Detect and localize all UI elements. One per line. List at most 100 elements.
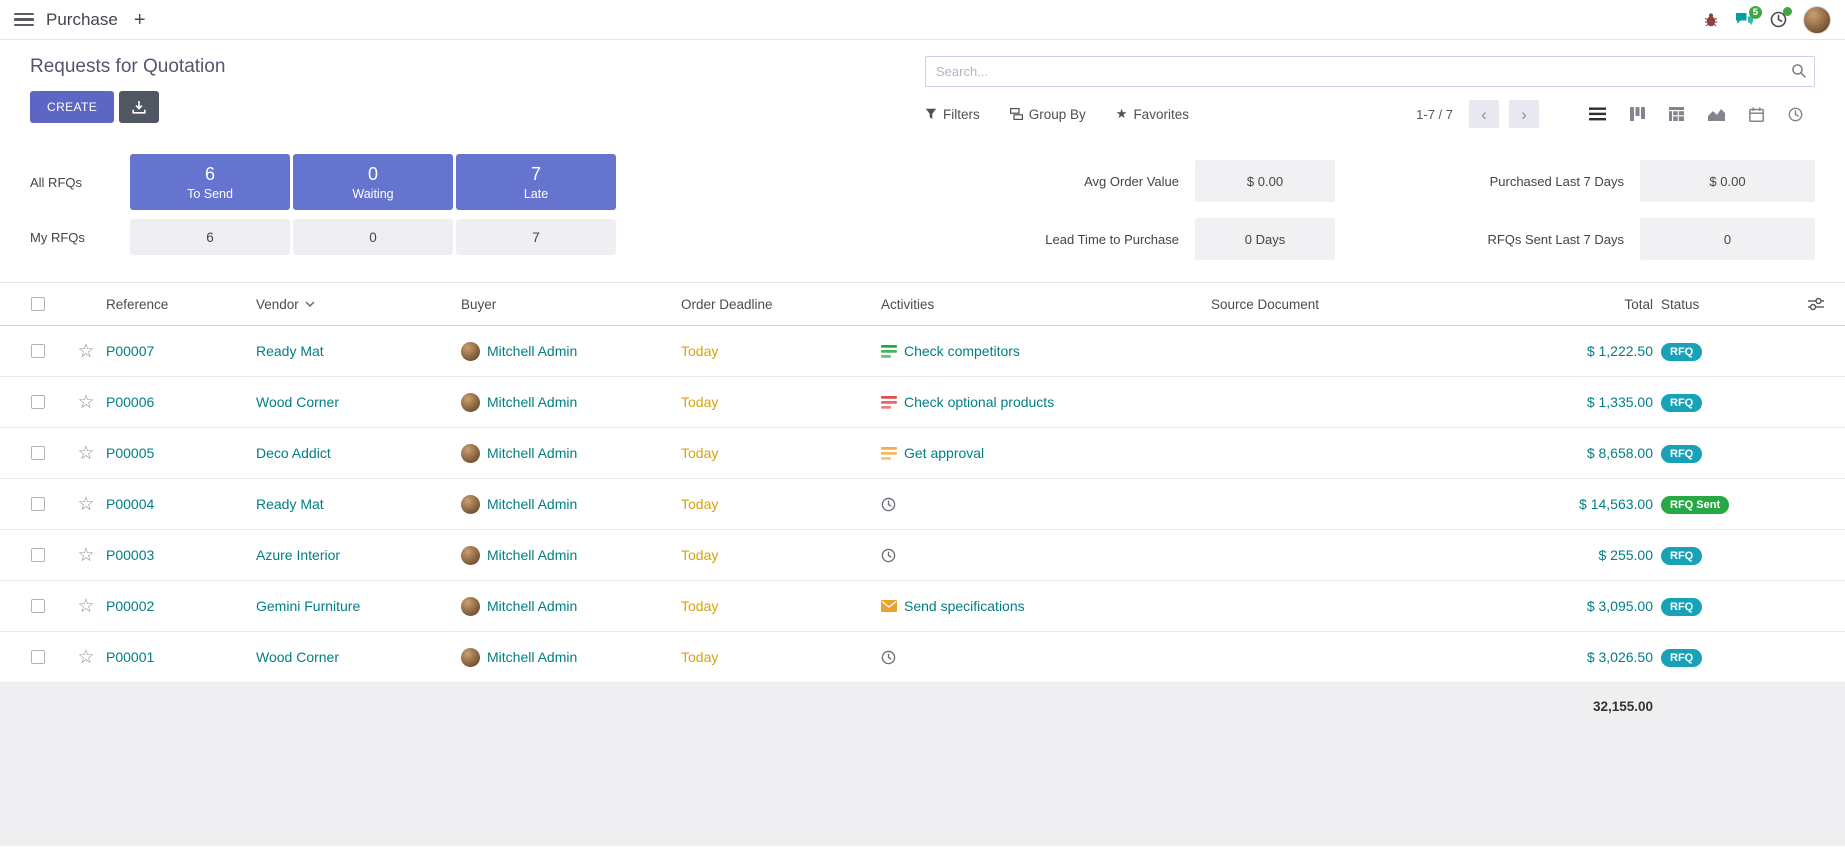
table-row[interactable]: ☆ P00007 Ready Mat Mitchell Admin Today … [0, 326, 1845, 377]
tile-late[interactable]: 7 Late [456, 154, 616, 210]
pager-next-button[interactable]: › [1509, 100, 1539, 128]
table-row[interactable]: ☆ P00002 Gemini Furniture Mitchell Admin… [0, 581, 1845, 632]
row-checkbox[interactable] [31, 650, 45, 664]
row-checkbox[interactable] [31, 446, 45, 460]
buyer-link[interactable]: Mitchell Admin [487, 496, 577, 512]
graph-view-icon[interactable] [1696, 102, 1737, 127]
table-row[interactable]: ☆ P00006 Wood Corner Mitchell Admin Toda… [0, 377, 1845, 428]
select-all-checkbox[interactable] [31, 297, 45, 311]
buyer-avatar [461, 597, 480, 616]
favorites-button[interactable]: ★ Favorites [1116, 106, 1189, 122]
table-row[interactable]: ☆ P00005 Deco Addict Mitchell Admin Toda… [0, 428, 1845, 479]
row-checkbox[interactable] [31, 599, 45, 613]
header-activities[interactable]: Activities [881, 297, 1211, 312]
user-avatar[interactable] [1803, 6, 1831, 34]
group-by-button[interactable]: Group By [1010, 107, 1086, 122]
favorite-star-icon[interactable]: ☆ [77, 444, 94, 463]
status-badge: RFQ [1661, 547, 1702, 565]
header-source-document[interactable]: Source Document [1211, 297, 1496, 312]
favorite-star-icon[interactable]: ☆ [77, 495, 94, 514]
row-checkbox[interactable] [31, 395, 45, 409]
search-icon[interactable] [1791, 63, 1807, 79]
reference-link[interactable]: P00003 [106, 547, 154, 563]
kanban-view-icon[interactable] [1618, 101, 1657, 127]
list-view-icon[interactable] [1577, 101, 1618, 127]
tile-waiting[interactable]: 0 Waiting [293, 154, 453, 210]
reference-link[interactable]: P00001 [106, 649, 154, 665]
row-checkbox[interactable] [31, 548, 45, 562]
stat-label-lead-time: Lead Time to Purchase [985, 232, 1195, 247]
reference-link[interactable]: P00005 [106, 445, 154, 461]
reference-link[interactable]: P00002 [106, 598, 154, 614]
vendor-link[interactable]: Ready Mat [256, 496, 324, 512]
row-checkbox[interactable] [31, 497, 45, 511]
grand-total: 32,155.00 [1593, 699, 1653, 714]
optional-columns-icon[interactable] [1786, 297, 1845, 311]
reference-link[interactable]: P00007 [106, 343, 154, 359]
app-name[interactable]: Purchase [46, 10, 118, 30]
buyer-link[interactable]: Mitchell Admin [487, 547, 577, 563]
header-vendor[interactable]: Vendor [256, 297, 461, 312]
vendor-link[interactable]: Deco Addict [256, 445, 331, 461]
order-deadline: Today [681, 547, 718, 563]
vendor-link[interactable]: Wood Corner [256, 649, 339, 665]
activity-view-icon[interactable] [1776, 101, 1815, 128]
vendor-link[interactable]: Ready Mat [256, 343, 324, 359]
calendar-view-icon[interactable] [1737, 101, 1776, 128]
vendor-link[interactable]: Wood Corner [256, 394, 339, 410]
vendor-link[interactable]: Gemini Furniture [256, 598, 360, 614]
activity-link[interactable]: Check optional products [904, 394, 1054, 410]
buyer-link[interactable]: Mitchell Admin [487, 445, 577, 461]
table-row[interactable]: ☆ P00003 Azure Interior Mitchell Admin T… [0, 530, 1845, 581]
reference-link[interactable]: P00006 [106, 394, 154, 410]
my-tile-late[interactable]: 7 [456, 219, 616, 255]
control-panel: Requests for Quotation CREATE [0, 40, 1845, 140]
favorite-star-icon[interactable]: ☆ [77, 648, 94, 667]
download-icon [132, 100, 146, 114]
create-button[interactable]: CREATE [30, 91, 114, 123]
bottom-strip [0, 846, 1845, 862]
table-row[interactable]: ☆ P00001 Wood Corner Mitchell Admin Toda… [0, 632, 1845, 683]
pivot-view-icon[interactable] [1657, 101, 1696, 127]
activity-link[interactable]: Send specifications [904, 598, 1025, 614]
row-checkbox[interactable] [31, 344, 45, 358]
tile-to-send[interactable]: 6 To Send [130, 154, 290, 210]
filters-button[interactable]: Filters [925, 107, 980, 122]
favorite-star-icon[interactable]: ☆ [77, 597, 94, 616]
status-badge: RFQ [1661, 649, 1702, 667]
messages-count-badge: 5 [1749, 6, 1762, 19]
search-input[interactable] [925, 56, 1815, 87]
my-tile-to-send[interactable]: 6 [130, 219, 290, 255]
header-reference[interactable]: Reference [106, 297, 256, 312]
header-buyer[interactable]: Buyer [461, 297, 681, 312]
vendor-link[interactable]: Azure Interior [256, 547, 340, 563]
activity-clock-icon[interactable] [881, 497, 896, 512]
my-tile-waiting[interactable]: 0 [293, 219, 453, 255]
pager-previous-button[interactable]: ‹ [1469, 100, 1499, 128]
favorite-star-icon[interactable]: ☆ [77, 342, 94, 361]
activities-badge-dot [1783, 7, 1792, 16]
header-order-deadline[interactable]: Order Deadline [681, 297, 881, 312]
buyer-link[interactable]: Mitchell Admin [487, 343, 577, 359]
header-status[interactable]: Status [1661, 297, 1786, 312]
buyer-link[interactable]: Mitchell Admin [487, 649, 577, 665]
table-row[interactable]: ☆ P00004 Ready Mat Mitchell Admin Today … [0, 479, 1845, 530]
messages-icon[interactable]: 5 [1735, 12, 1754, 28]
buyer-link[interactable]: Mitchell Admin [487, 598, 577, 614]
debug-bug-icon[interactable] [1703, 12, 1719, 28]
activity-link[interactable]: Get approval [904, 445, 984, 461]
new-tab-plus-icon[interactable]: + [134, 10, 146, 30]
export-button[interactable] [119, 91, 159, 123]
table-footer-row: 32,155.00 [0, 683, 1845, 729]
favorite-star-icon[interactable]: ☆ [77, 546, 94, 565]
activities-clock-icon[interactable] [1770, 11, 1787, 28]
header-total[interactable]: Total [1496, 297, 1661, 312]
activity-link[interactable]: Check competitors [904, 343, 1020, 359]
buyer-link[interactable]: Mitchell Admin [487, 394, 577, 410]
reference-link[interactable]: P00004 [106, 496, 154, 512]
buyer-avatar [461, 546, 480, 565]
activity-clock-icon[interactable] [881, 548, 896, 563]
favorite-star-icon[interactable]: ☆ [77, 393, 94, 412]
apps-menu-icon[interactable] [14, 13, 34, 27]
activity-clock-icon[interactable] [881, 650, 896, 665]
